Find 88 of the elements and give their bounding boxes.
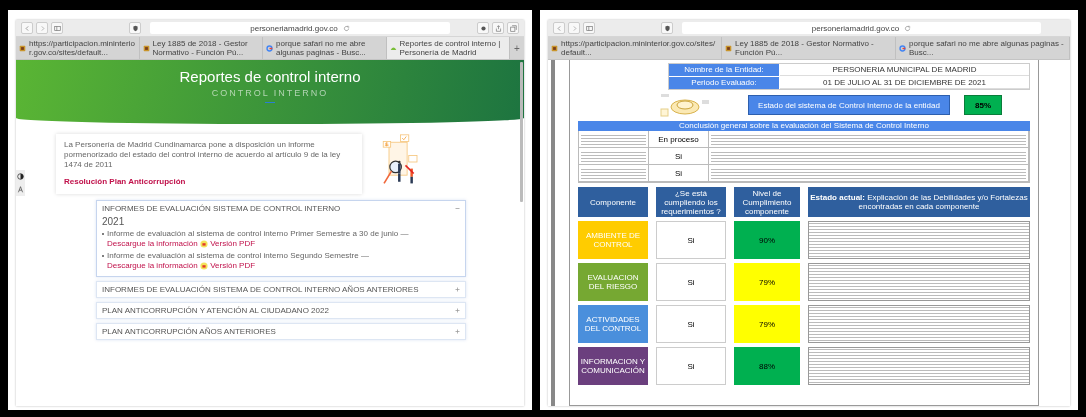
- level-cell: 90%: [734, 221, 800, 259]
- favicon-icon: [266, 44, 273, 52]
- browser-tab[interactable]: porque safari no me abre algunas paginas - Busc...: [263, 37, 387, 59]
- report-text: Informe de evaluación al sistema de control interno Primer Semestre a 30 de junio — Descargue la información Versión PDF: [107, 229, 410, 249]
- plus-icon[interactable]: [455, 308, 460, 313]
- accordion-header[interactable]: PLAN ANTICORRUPCIÓN AÑOS ANTERIORES: [102, 327, 276, 336]
- pdf-link[interactable]: Versión PDF: [210, 239, 256, 248]
- accordion-header[interactable]: PLAN ANTICORRUPCIÓN Y ATENCIÓN AL CIUDADANO 2022: [102, 306, 329, 315]
- answer-cell: Si: [656, 263, 726, 301]
- dot-icon: [479, 24, 487, 32]
- favicon-icon: [389, 44, 397, 52]
- address-field[interactable]: personeriamadrid.gov.co: [150, 22, 450, 34]
- reload-icon[interactable]: [904, 24, 912, 32]
- favicon-icon: [142, 44, 150, 52]
- level-cell: 88%: [734, 347, 800, 385]
- pdf-link[interactable]: Versión PDF: [210, 261, 256, 270]
- component-cell: INFORMACION Y COMUNICACIÓN: [578, 347, 648, 385]
- component-cell: ACTIVIDADES DEL CONTROL: [578, 305, 648, 343]
- level-cell: 79%: [734, 305, 800, 343]
- chevron-left-icon: [23, 24, 31, 32]
- column-header: Estado actual: Explicación de las Debilidades y/o Fortalezas encontradas en cada componente: [808, 187, 1030, 217]
- contrast-icon[interactable]: [16, 170, 25, 183]
- browser-tab[interactable]: Ley 1885 de 2018 - Gestor Normativo - Función Pú...: [139, 37, 263, 59]
- sidebar-button[interactable]: [51, 22, 63, 34]
- back-button[interactable]: [553, 22, 565, 34]
- download-link[interactable]: Descargue la información: [107, 261, 198, 270]
- answer-cell: Si: [656, 221, 726, 259]
- section-title: Conclusión general sobre la evaluación del Sistema de Control Interno: [578, 121, 1030, 131]
- favicon-icon: [725, 44, 732, 52]
- forward-button[interactable]: [568, 22, 580, 34]
- minus-icon[interactable]: [455, 206, 460, 211]
- column-header: Componente: [578, 187, 648, 217]
- column-header: ¿Se está cumpliendo los requerimientos ?: [656, 187, 726, 217]
- forward-button[interactable]: [36, 22, 48, 34]
- privacy-button[interactable]: [661, 22, 673, 34]
- level-cell: 79%: [734, 263, 800, 301]
- share-icon: [494, 24, 502, 32]
- browser-tab[interactable]: https://participacion.mininterior.gov.co/sites/default...: [16, 37, 140, 59]
- browser-tab[interactable]: Reportes de control interno | Personería de Madrid: [386, 37, 510, 59]
- answer-cell: Si: [656, 347, 726, 385]
- answer-cell: Si: [649, 148, 709, 165]
- field-label: Nombre de la Entidad:: [669, 64, 779, 76]
- status-value: 85%: [964, 95, 1002, 115]
- pdf-icon: [199, 261, 208, 270]
- tabs-icon: [509, 24, 517, 32]
- component-cell: AMBIENTE DE CONTROL: [578, 221, 648, 259]
- sidebar-icon: [585, 24, 593, 32]
- new-tab-button[interactable]: +: [510, 37, 524, 59]
- tabs-overview-button[interactable]: [507, 22, 519, 34]
- field-value: PERSONERIA MUNICIPAL DE MADRID: [780, 64, 1029, 76]
- reload-icon[interactable]: [342, 24, 350, 32]
- favicon-icon: [19, 44, 26, 52]
- download-link[interactable]: Descargue la información: [107, 239, 198, 248]
- shield-icon: [131, 24, 139, 32]
- sidebar-button[interactable]: [583, 22, 595, 34]
- banner-subtitle: CONTROL INTERNO: [211, 88, 329, 98]
- answer-cell: Si: [656, 305, 726, 343]
- column-header: Nivel de Cumplimiento componente: [734, 187, 800, 217]
- address-field[interactable]: personeriamadrid.gov.co: [682, 22, 1041, 34]
- browser-tab[interactable]: https://participacion.mininterior.gov.co/sites/default...: [548, 37, 722, 59]
- page-title: Reportes de control interno: [179, 68, 361, 85]
- browser-tab[interactable]: porque safari no me abre algunas paginas - Busc...: [896, 37, 1070, 59]
- browser-tab[interactable]: Ley 1885 de 2018 - Gestor Normativo - Función Pú...: [722, 37, 896, 59]
- back-button[interactable]: [21, 22, 33, 34]
- field-value: 01 DE JULIO AL 31 DE DICIEMBRE DE 2021: [780, 77, 1029, 89]
- status-label: Estado del sistema de Control Interno de la entidad: [748, 95, 950, 115]
- intro-text: La Personería de Madrid Cundinamarca pone a disposición un informe pormenorizado del estado del control interno de acuerdo al artículo 9 de la ley 1474 de 2011: [64, 140, 342, 170]
- plus-icon[interactable]: [455, 329, 460, 334]
- year-heading: 2021: [102, 216, 126, 227]
- accordion-header[interactable]: INFORMES DE EVALUACIÓN SISTEMA DE CONTROL INTERNO AÑOS ANTERIORES: [102, 285, 419, 294]
- scrollbar[interactable]: [520, 62, 523, 202]
- favicon-icon: [551, 44, 558, 52]
- answer-cell: En proceso: [649, 131, 709, 148]
- shield-icon: [663, 24, 671, 32]
- plus-icon[interactable]: [455, 287, 460, 292]
- field-label: Periodo Evaluado:: [669, 77, 779, 89]
- plan-link[interactable]: Resolución Plan Anticorrupción: [64, 177, 186, 186]
- sidebar-icon: [53, 24, 61, 32]
- favicon-icon: [899, 44, 906, 52]
- component-cell: EVALUACION DEL RIESGO: [578, 263, 648, 301]
- accordion-header[interactable]: INFORMES DE EVALUACIÓN SISTEMA DE CONTROL INTERNO: [102, 204, 341, 213]
- report-text: Informe de evaluación al sistema de control interno Segundo Semestre — Descargue la información Versión PDF: [107, 251, 370, 271]
- circle-diagram-drawing: [658, 93, 712, 117]
- answer-cell: Si: [649, 165, 709, 182]
- chevron-left-icon: [555, 24, 563, 32]
- extension-button[interactable]: [477, 22, 489, 34]
- privacy-button[interactable]: [129, 22, 141, 34]
- pdf-icon: [199, 239, 208, 248]
